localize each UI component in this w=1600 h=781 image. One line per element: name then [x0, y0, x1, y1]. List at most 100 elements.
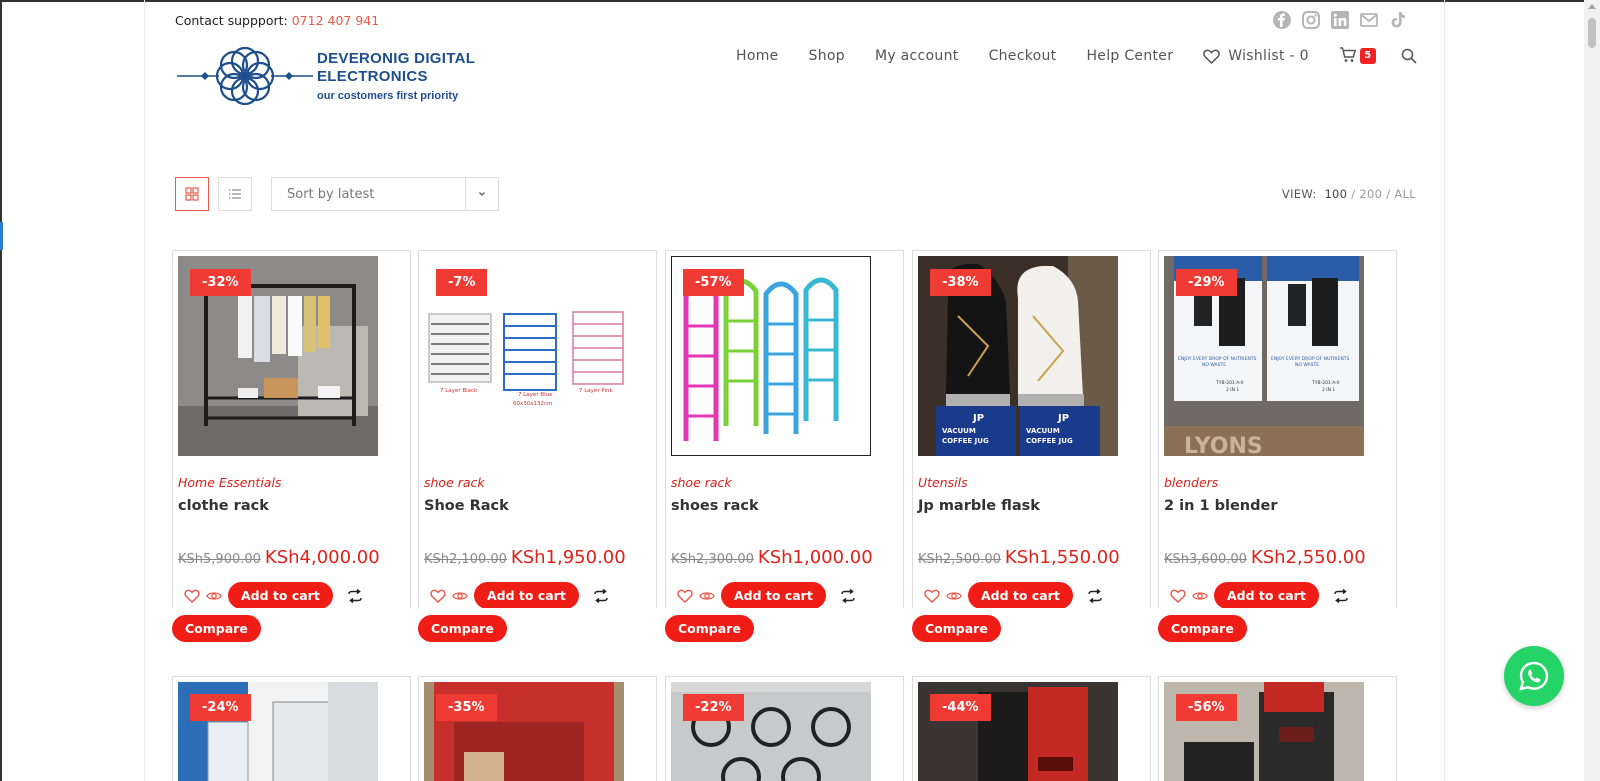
- view-label: VIEW:: [1281, 187, 1317, 201]
- old-price: KSh2,300.00: [671, 552, 754, 567]
- product-card: -32% Home Essentials clothe rack KSh5,90…: [171, 250, 414, 642]
- nav-cart[interactable]: 5: [1339, 46, 1379, 66]
- nav-help-center[interactable]: Help Center: [1086, 48, 1173, 64]
- wishlist-heart-icon[interactable]: [1170, 588, 1186, 604]
- social-links: [1272, 10, 1408, 30]
- cart-count-badge: 5: [1359, 48, 1376, 64]
- linkedin-icon[interactable]: [1330, 10, 1350, 30]
- quick-view-eye-icon[interactable]: [1192, 588, 1208, 604]
- scroll-up-arrow-icon[interactable]: [1588, 4, 1596, 9]
- product-card: -24%: [172, 676, 411, 781]
- facebook-icon[interactable]: [1272, 10, 1292, 30]
- nav-checkout[interactable]: Checkout: [989, 48, 1057, 64]
- quick-view-eye-icon[interactable]: [206, 588, 222, 604]
- flask-label-left-1: VACUUM: [942, 427, 976, 435]
- product-price: KSh2,300.00 KSh1,000.00: [671, 547, 873, 568]
- compare-button[interactable]: Compare: [418, 615, 507, 642]
- product-card: -22%: [665, 676, 904, 781]
- product-actions: Add to cart: [430, 582, 609, 609]
- blender-box-text-left-1: ENJOY EVERY DROP OF NUTRIENTS: [1178, 356, 1256, 362]
- main-nav: Home Shop My account Checkout Help Cente…: [736, 46, 1417, 66]
- wishlist-heart-icon[interactable]: [677, 588, 693, 604]
- flask-label-left-2: COFFEE JUG: [942, 437, 989, 445]
- product-title-link[interactable]: shoes rack: [671, 498, 759, 514]
- wishlist-heart-icon[interactable]: [430, 588, 446, 604]
- product-title-link[interactable]: 2 in 1 blender: [1164, 498, 1278, 514]
- contact-label: Contact suppport:: [175, 13, 292, 28]
- blender-box-text-right-1: ENJOY EVERY DROP OF NUTRIENTS: [1271, 356, 1349, 362]
- blender-brand-text: LYONS: [1184, 434, 1263, 456]
- discount-badge: -32%: [190, 269, 251, 296]
- product-category-link[interactable]: Utensils: [918, 475, 968, 490]
- product-title-link[interactable]: Jp marble flask: [918, 498, 1040, 514]
- product-card: -44%: [912, 676, 1151, 781]
- compare-button[interactable]: Compare: [912, 615, 1001, 642]
- old-price: KSh2,500.00: [918, 552, 1001, 567]
- add-to-cart-button[interactable]: Add to cart: [228, 582, 333, 609]
- product-card: JP JP VACUUM COFFEE JUG VACUUM COFFEE JU…: [911, 250, 1154, 642]
- add-to-cart-button[interactable]: Add to cart: [1214, 582, 1319, 609]
- product-actions: Add to cart: [924, 582, 1103, 609]
- whatsapp-icon: [1519, 661, 1549, 691]
- email-icon[interactable]: [1359, 10, 1379, 30]
- sort-select[interactable]: Sort by latest: [271, 177, 499, 211]
- quick-view-eye-icon[interactable]: [699, 588, 715, 604]
- old-price: KSh5,900.00: [178, 552, 261, 567]
- compare-button[interactable]: Compare: [1158, 615, 1247, 642]
- tiktok-icon[interactable]: [1388, 10, 1408, 30]
- quick-view-eye-icon[interactable]: [452, 588, 468, 604]
- add-to-cart-button[interactable]: Add to cart: [968, 582, 1073, 609]
- whatsapp-chat-button[interactable]: [1504, 646, 1564, 706]
- add-to-cart-button[interactable]: Add to cart: [474, 582, 579, 609]
- nav-wishlist[interactable]: Wishlist - 0: [1203, 48, 1309, 64]
- shoe-rack-label-black: 7 Layer Black: [440, 388, 478, 394]
- view-option-200[interactable]: 200: [1359, 187, 1382, 201]
- instagram-icon[interactable]: [1301, 10, 1321, 30]
- compare-arrows-icon[interactable]: [1333, 588, 1349, 604]
- view-separator: /: [1351, 187, 1356, 201]
- wishlist-heart-icon[interactable]: [184, 588, 200, 604]
- wishlist-heart-icon[interactable]: [924, 588, 940, 604]
- sale-price: KSh1,550.00: [1004, 547, 1120, 568]
- page-scrollbar[interactable]: [1584, 0, 1600, 781]
- product-category-link[interactable]: shoe rack: [424, 475, 485, 490]
- sort-selected-value: Sort by latest: [287, 187, 375, 202]
- grid-view-button[interactable]: [175, 177, 209, 211]
- list-icon: [229, 189, 241, 199]
- product-category-link[interactable]: blenders: [1164, 475, 1218, 490]
- contact-phone-link[interactable]: 0712 407 941: [292, 13, 379, 28]
- quick-view-eye-icon[interactable]: [946, 588, 962, 604]
- sale-price: KSh1,950.00: [510, 547, 626, 568]
- list-view-button[interactable]: [218, 177, 252, 211]
- compare-arrows-icon[interactable]: [593, 588, 609, 604]
- nav-home[interactable]: Home: [736, 48, 779, 64]
- view-option-100[interactable]: 100: [1324, 187, 1347, 201]
- view-option-all[interactable]: ALL: [1394, 187, 1416, 201]
- product-title-link[interactable]: Shoe Rack: [424, 498, 509, 514]
- chevron-down-icon: [479, 192, 485, 196]
- product-category-link[interactable]: shoe rack: [671, 475, 732, 490]
- sale-price: KSh1,000.00: [757, 547, 873, 568]
- blender-model-left-2: 2 IN 1: [1226, 387, 1239, 393]
- discount-badge: -24%: [190, 694, 251, 721]
- product-price: KSh3,600.00 KSh2,550.00: [1164, 547, 1366, 568]
- scrollbar-thumb[interactable]: [1588, 18, 1596, 48]
- nav-shop[interactable]: Shop: [809, 48, 845, 64]
- compare-arrows-icon[interactable]: [347, 588, 363, 604]
- search-icon[interactable]: [1401, 48, 1417, 64]
- product-card: -35%: [418, 676, 657, 781]
- discount-badge: -35%: [436, 694, 497, 721]
- page-container: Contact suppport: 0712 407 941 DEVERONIG…: [144, 0, 1445, 781]
- logo-line-2: ELECTRONICS: [317, 68, 428, 85]
- add-to-cart-button[interactable]: Add to cart: [721, 582, 826, 609]
- flask-label-right-2: COFFEE JUG: [1026, 437, 1073, 445]
- compare-button[interactable]: Compare: [172, 615, 261, 642]
- compare-button[interactable]: Compare: [665, 615, 754, 642]
- nav-my-account[interactable]: My account: [875, 48, 959, 64]
- compare-arrows-icon[interactable]: [840, 588, 856, 604]
- product-title-link[interactable]: clothe rack: [178, 498, 269, 514]
- compare-arrows-icon[interactable]: [1087, 588, 1103, 604]
- product-category-link[interactable]: Home Essentials: [178, 475, 281, 490]
- site-logo[interactable]: DEVERONIG DIGITAL ELECTRONICS our costom…: [175, 42, 485, 112]
- logo-line-1: DEVERONIG DIGITAL: [317, 50, 476, 67]
